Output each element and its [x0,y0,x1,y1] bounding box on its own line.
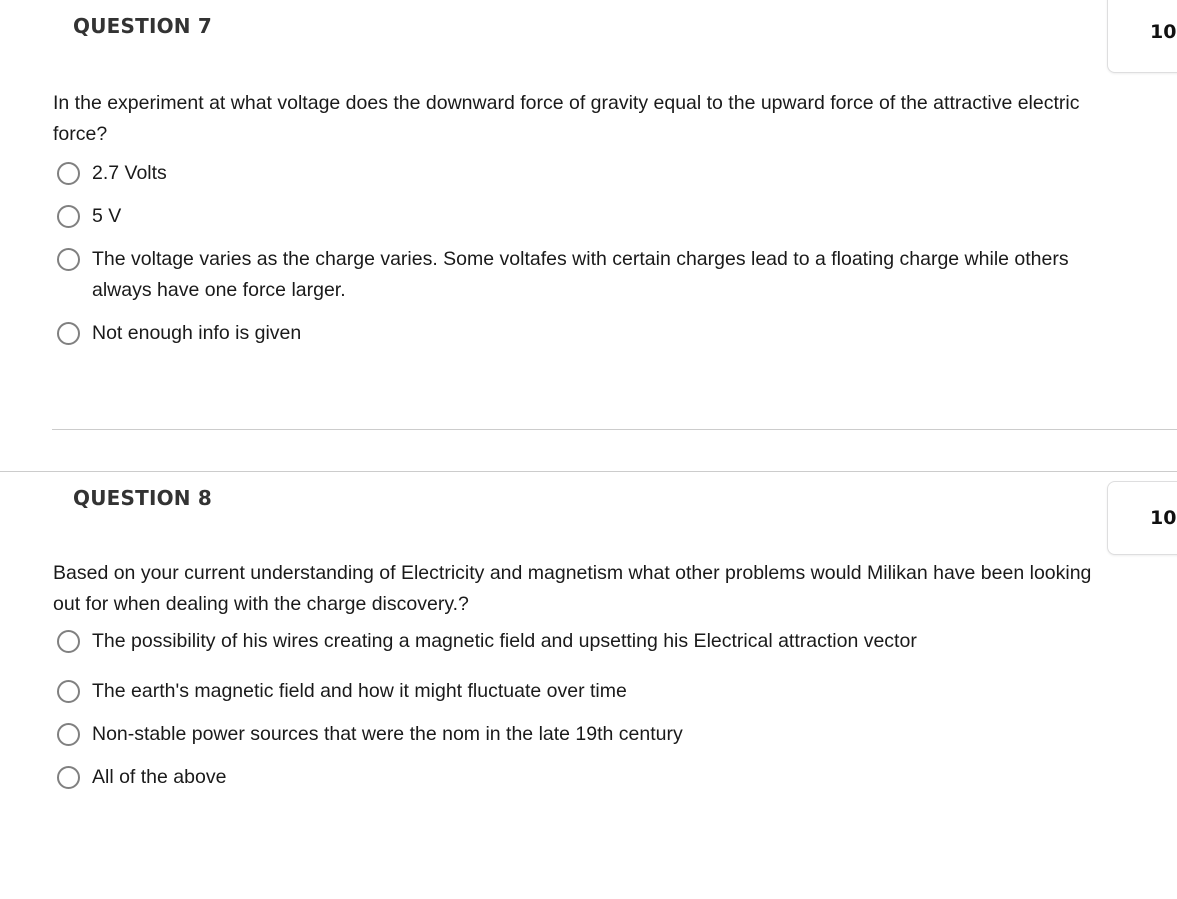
answer-option[interactable]: All of the above [0,762,1177,793]
radio-button-icon[interactable] [57,630,80,653]
points-badge-label: 10 points [1150,507,1177,529]
radio-button-icon[interactable] [57,680,80,703]
answer-option[interactable]: 2.7 Volts [0,158,1177,189]
question-header-7: QUESTION 7 10 points [0,0,1177,73]
answer-label: Non-stable power sources that were the n… [92,723,683,745]
question-block-7: QUESTION 7 10 points In the experiment a… [0,0,1177,472]
answer-option[interactable]: The possibility of his wires creating a … [0,626,1177,657]
page-title: QUESTION 7 [73,14,213,38]
answer-label: All of the above [92,766,227,788]
answer-label: 2.7 Volts [92,162,167,184]
question-prompt: Based on your current understanding of E… [53,562,1092,615]
answer-option[interactable]: 5 V [0,201,1177,232]
question-block-8: QUESTION 8 10 points Based on your curre… [0,472,1177,793]
quiz-page: QUESTION 7 10 points In the experiment a… [0,0,1177,899]
radio-button-icon[interactable] [57,766,80,789]
question-header-8: QUESTION 8 10 points [0,472,1177,555]
answer-option[interactable]: The earth's magnetic field and how it mi… [0,676,1177,707]
answer-label: The voltage varies as the charge varies.… [92,248,1069,301]
radio-button-icon[interactable] [57,322,80,345]
answer-list-8: The possibility of his wires creating a … [0,626,1177,793]
radio-button-icon[interactable] [57,205,80,228]
question-prompt: In the experiment at what voltage does t… [53,92,1080,145]
answer-label: The possibility of his wires creating a … [92,630,917,652]
points-badge-label: 10 points [1150,21,1177,43]
page-title: QUESTION 8 [73,486,213,510]
points-badge: 10 points [1107,0,1177,73]
radio-button-icon[interactable] [57,162,80,185]
answer-label: Not enough info is given [92,322,302,344]
answer-label: 5 V [92,205,122,227]
answer-option[interactable]: Non-stable power sources that were the n… [0,719,1177,750]
radio-button-icon[interactable] [57,723,80,746]
radio-button-icon[interactable] [57,248,80,271]
answer-list-7: 2.7 Volts 5 V The voltage varies as the … [0,158,1177,349]
answer-label: The earth's magnetic field and how it mi… [92,680,627,702]
answer-option[interactable]: The voltage varies as the charge varies.… [0,244,1177,306]
answer-option[interactable]: Not enough info is given [0,318,1177,349]
points-badge: 10 points [1107,481,1177,555]
